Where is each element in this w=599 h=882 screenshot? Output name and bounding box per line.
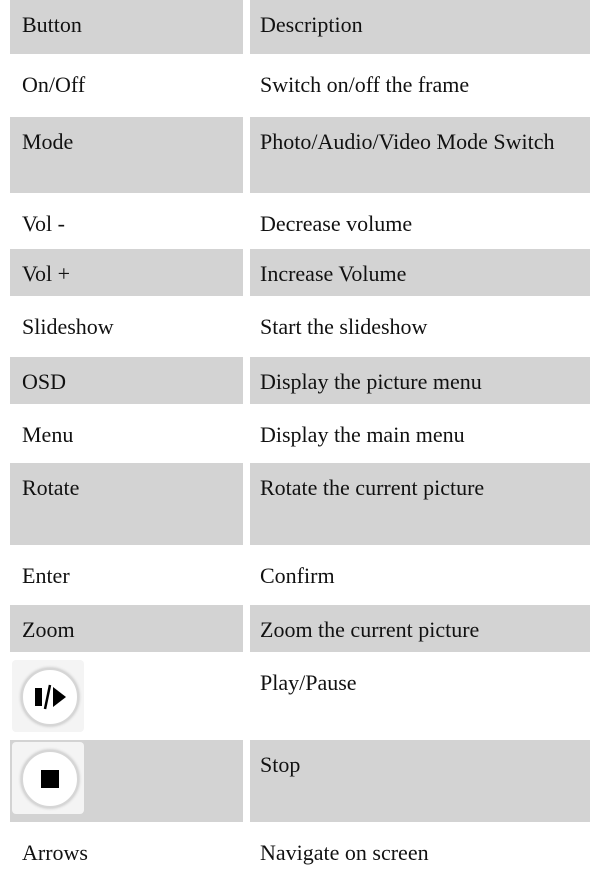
button-cell: Vol - (10, 199, 250, 243)
button-cell: Enter (10, 551, 250, 599)
header-button: Button (10, 0, 250, 54)
button-description-table: Button Description On/Off Switch on/off … (10, 0, 590, 880)
button-cell: Slideshow (10, 302, 250, 351)
table-row: Slideshow Start the slideshow (10, 302, 590, 357)
description-cell: Navigate on screen (260, 840, 429, 865)
table-row: Arrows Navigate on screen (10, 828, 590, 880)
stop-icon-box (12, 742, 84, 814)
description-cell: Play/Pause (260, 670, 357, 695)
button-cell: On/Off (10, 60, 250, 111)
description-cell: Switch on/off the frame (260, 72, 470, 97)
description-cell: Zoom the current picture (250, 605, 590, 652)
play-pause-icon (21, 668, 79, 726)
table-row: Vol + Increase Volume (10, 249, 590, 302)
table-row: Vol - Decrease volume (10, 199, 590, 249)
button-cell: Rotate (10, 463, 250, 545)
description-cell: Stop (250, 740, 590, 822)
table-row: Enter Confirm (10, 551, 590, 605)
description-cell: Start the slideshow (260, 314, 428, 339)
button-cell: Vol + (10, 249, 250, 296)
table-row: Play/Pause (10, 658, 590, 740)
play-pause-icon-box (12, 660, 84, 732)
button-cell: OSD (10, 357, 250, 404)
table-header-row: Button Description (10, 0, 590, 60)
description-cell: Decrease volume (260, 211, 413, 236)
table-row: Stop (10, 740, 590, 828)
button-cell: Zoom (10, 605, 250, 652)
description-cell: Confirm (260, 563, 335, 588)
button-cell (10, 740, 250, 822)
button-cell: Menu (10, 410, 250, 457)
button-cell (10, 658, 250, 734)
table-row: Mode Photo/Audio/Video Mode Switch (10, 117, 590, 199)
description-cell: Rotate the current picture (250, 463, 590, 545)
header-description: Description (250, 0, 590, 54)
button-cell: Mode (10, 117, 250, 193)
table-row: Rotate Rotate the current picture (10, 463, 590, 551)
table-row: OSD Display the picture menu (10, 357, 590, 410)
description-cell: Photo/Audio/Video Mode Switch (250, 117, 590, 193)
table-row: On/Off Switch on/off the frame (10, 60, 590, 117)
description-cell: Display the main menu (260, 422, 465, 447)
button-cell: Arrows (10, 828, 250, 880)
stop-icon (21, 750, 79, 808)
description-cell: Increase Volume (250, 249, 590, 296)
table-row: Zoom Zoom the current picture (10, 605, 590, 658)
table-row: Menu Display the main menu (10, 410, 590, 463)
description-cell: Display the picture menu (250, 357, 590, 404)
